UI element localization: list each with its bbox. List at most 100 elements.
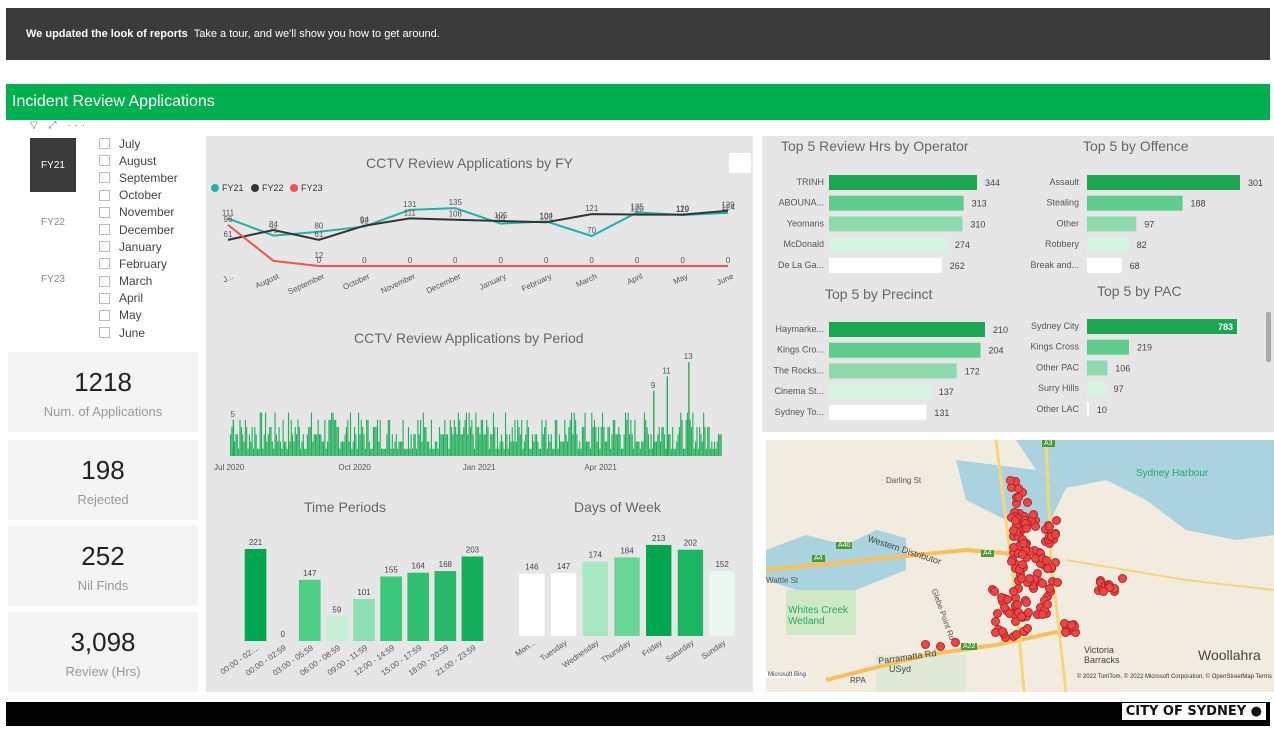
checkbox[interactable] [99, 292, 110, 304]
month-option-june[interactable]: June [99, 324, 178, 341]
incident-pin[interactable] [1008, 586, 1018, 596]
month-label: December [119, 222, 175, 237]
month-option-january[interactable]: January [99, 238, 178, 255]
checkbox[interactable] [99, 224, 110, 236]
incident-pin[interactable] [921, 640, 930, 649]
incident-pin[interactable] [1022, 497, 1032, 507]
fy-button-fy21[interactable]: FY21 [30, 138, 76, 192]
period-bar [475, 412, 477, 456]
period-bar [712, 448, 714, 456]
month-label: July [119, 136, 141, 151]
incident-pin[interactable] [951, 638, 960, 647]
incident-pin[interactable] [1011, 630, 1021, 640]
top5-chart-5: Assault 301 Stealing 188 Other 97 Robbery 82 Bre… [1030, 175, 1263, 273]
incident-pin[interactable] [997, 627, 1007, 637]
focus-mode-icon[interactable]: ⤢ [48, 120, 60, 131]
month-option-september[interactable]: September [99, 169, 178, 186]
fy-line-chart[interactable]: 9611161847112618009492011113101081350105… [221, 198, 735, 296]
checkbox[interactable] [99, 172, 110, 184]
x-tick-label: April [626, 272, 645, 287]
month-option-august[interactable]: August [99, 152, 178, 169]
checkbox[interactable] [99, 189, 110, 201]
period-bar [529, 448, 531, 456]
checkbox[interactable] [99, 258, 110, 270]
period-bar [607, 427, 609, 456]
month-option-march[interactable]: March [99, 273, 178, 290]
period-bar [387, 419, 389, 456]
fy-button-fy23[interactable]: FY23 [30, 252, 76, 306]
period-bar [515, 441, 517, 456]
more-options-icon[interactable]: ··· [67, 120, 89, 131]
card-label: Num. of Applications [43, 404, 163, 419]
top5-chart-4: TRINH 344 ABOUNA... 313 Yeomans 310 McDonald 27… [778, 175, 1000, 273]
incident-map[interactable]: Sydney Harbour Darling St Western Distri… [766, 440, 1274, 692]
month-option-february[interactable]: February [99, 255, 178, 272]
checkbox[interactable] [99, 309, 110, 321]
update-banner[interactable]: We updated the look of reports Take a to… [6, 8, 1270, 60]
incident-pin[interactable] [1002, 594, 1012, 604]
period-bar [394, 441, 396, 456]
incident-pin[interactable] [1042, 564, 1052, 574]
period-bar [649, 448, 651, 456]
period-bar [279, 441, 281, 456]
incident-pin[interactable] [992, 609, 1002, 619]
period-bar [534, 434, 536, 456]
period-bar [309, 427, 311, 456]
data-label: 80 [314, 222, 323, 231]
incident-pin[interactable] [1006, 557, 1016, 567]
period-bar [266, 441, 268, 456]
period-bar [328, 419, 330, 456]
period-bar [304, 448, 306, 456]
incident-pin[interactable] [1016, 611, 1026, 621]
incident-pin[interactable] [1006, 475, 1016, 485]
period-bar [442, 434, 445, 456]
period-bar-chart[interactable]: 5 9 11 13 Jul 2020 Oct 2020 Jan 2021 Apr 2021 [214, 352, 722, 472]
period-bar [324, 419, 326, 456]
bar-value: 155 [384, 565, 398, 574]
incident-pin[interactable] [1066, 621, 1076, 631]
incident-pin[interactable] [1044, 584, 1054, 594]
incident-pin[interactable] [1028, 509, 1038, 519]
incident-pin[interactable] [1025, 573, 1035, 583]
period-bar [457, 412, 459, 456]
checkbox[interactable] [99, 241, 110, 253]
month-option-december[interactable]: December [99, 221, 178, 238]
checkbox[interactable] [99, 206, 110, 218]
incident-pin[interactable] [936, 642, 945, 651]
incident-pin[interactable] [1022, 623, 1032, 633]
days-of-week-chart[interactable]: 146Mon...147Tuesday174Wednesday184Thursd… [514, 534, 735, 670]
map-copyright[interactable]: © 2022 TomTom, © 2022 Microsoft Corporat… [1077, 674, 1272, 680]
incident-pin[interactable] [1050, 529, 1060, 539]
x-tick-label: Apr 2021 [584, 463, 617, 472]
period-bar [560, 441, 562, 456]
month-option-november[interactable]: November [99, 204, 178, 221]
incident-pin[interactable] [1117, 573, 1127, 583]
period-bar [467, 434, 469, 456]
time-periods-chart[interactable]: 22100:00 - 02:...000:00 - 02:5914703:00 … [219, 538, 484, 678]
incident-pin[interactable] [1045, 521, 1055, 531]
month-option-may[interactable]: May [99, 307, 178, 324]
checkbox[interactable] [99, 327, 110, 339]
period-bar [305, 448, 307, 456]
period-bar [364, 448, 366, 456]
checkbox[interactable] [99, 275, 110, 287]
checkbox[interactable] [99, 138, 110, 150]
month-option-october[interactable]: October [99, 187, 178, 204]
month-option-july[interactable]: July [99, 135, 178, 152]
bar-value: 344 [985, 178, 1000, 188]
filter-icon[interactable]: ▽ [30, 120, 42, 131]
period-bar [347, 419, 349, 456]
checkbox[interactable] [99, 155, 110, 167]
fy-button-fy22[interactable]: FY22 [30, 195, 76, 249]
bar [380, 576, 402, 641]
incident-pin[interactable] [1008, 526, 1018, 536]
period-bar [397, 448, 399, 456]
period-bar [573, 412, 575, 456]
period-bar [445, 434, 447, 456]
bar-value: 172 [965, 366, 980, 376]
incident-pin[interactable] [1017, 559, 1027, 569]
period-bar [627, 412, 629, 456]
category-label: Friday [640, 638, 663, 658]
month-option-april[interactable]: April [99, 290, 178, 307]
period-bar [283, 441, 286, 456]
